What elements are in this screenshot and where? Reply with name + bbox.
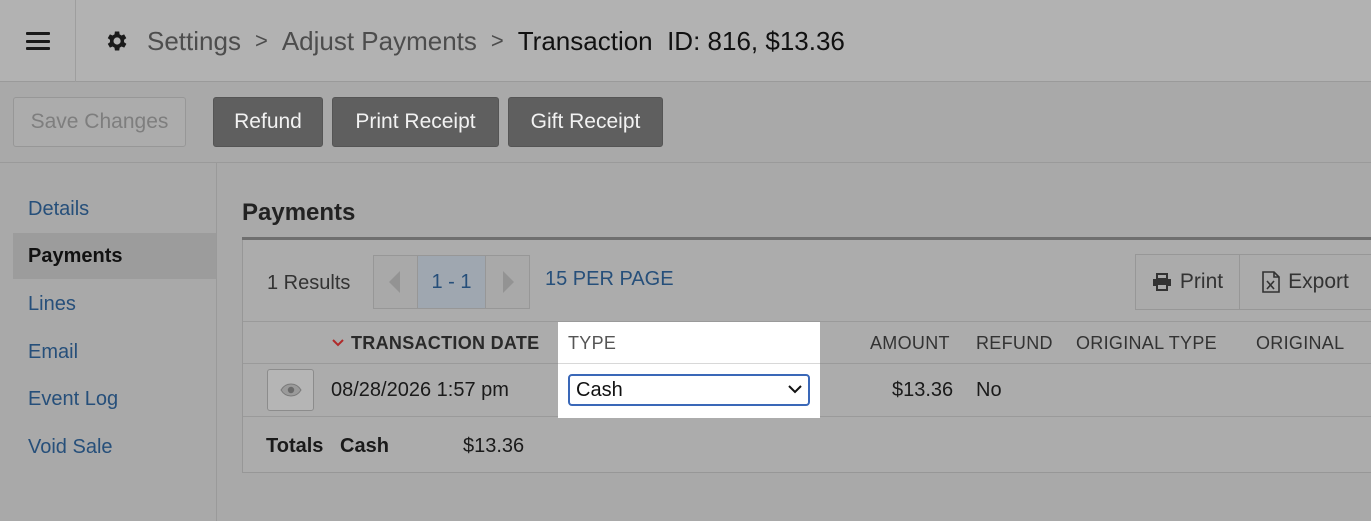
payment-type-value: Cash bbox=[576, 378, 623, 401]
section-title: Payments bbox=[242, 199, 356, 226]
sidebar-item-event-log[interactable]: Event Log bbox=[13, 376, 216, 422]
sort-descending-icon[interactable] bbox=[332, 339, 344, 347]
breadcrumb-settings[interactable]: Settings bbox=[147, 26, 241, 57]
column-refund[interactable]: REFUND bbox=[976, 333, 1053, 354]
chevron-down-icon bbox=[788, 385, 802, 394]
gear-icon bbox=[107, 31, 127, 51]
prev-page-button[interactable] bbox=[374, 256, 417, 308]
chevron-right-icon bbox=[502, 271, 514, 293]
sidebar-item-details[interactable]: Details bbox=[13, 186, 216, 232]
action-toolbar: Save Changes Refund Print Receipt Gift R… bbox=[0, 82, 1371, 163]
divider bbox=[558, 363, 820, 364]
menu-button[interactable] bbox=[0, 0, 76, 82]
save-changes-button[interactable]: Save Changes bbox=[13, 97, 186, 147]
sidebar-item-lines[interactable]: Lines bbox=[13, 281, 216, 327]
page-range[interactable]: 1 - 1 bbox=[416, 256, 487, 308]
breadcrumb-separator: > bbox=[490, 28, 504, 53]
breadcrumb-adjust-payments[interactable]: Adjust Payments bbox=[282, 26, 477, 57]
print-label: Print bbox=[1179, 270, 1224, 293]
column-transaction-date[interactable]: TRANSACTION DATE bbox=[351, 333, 539, 354]
sidebar-item-void-sale[interactable]: Void Sale bbox=[13, 424, 216, 470]
transaction-date: 08/28/2026 1:57 pm bbox=[331, 379, 509, 401]
per-page-selector[interactable]: 15 PER PAGE bbox=[545, 268, 674, 291]
sidebar-item-payments[interactable]: Payments bbox=[13, 233, 216, 279]
table-totals: Totals Cash $13.36 bbox=[243, 417, 1371, 472]
eye-icon bbox=[279, 383, 302, 397]
top-header: Settings > Adjust Payments > Transaction… bbox=[0, 0, 1371, 82]
view-button[interactable] bbox=[267, 369, 314, 411]
export-label: Export bbox=[1288, 270, 1349, 293]
refund-button[interactable]: Refund bbox=[213, 97, 323, 147]
hamburger-icon bbox=[25, 32, 50, 50]
column-original[interactable]: ORIGINAL bbox=[1256, 333, 1344, 354]
totals-amount: $13.36 bbox=[463, 435, 525, 457]
sidebar-item-email[interactable]: Email bbox=[13, 329, 216, 375]
excel-file-icon bbox=[1262, 271, 1280, 293]
print-button[interactable]: Print bbox=[1136, 255, 1240, 309]
payment-type-select[interactable]: Cash bbox=[568, 374, 810, 406]
chevron-left-icon bbox=[389, 271, 401, 293]
refund-value: No bbox=[976, 379, 1002, 401]
results-count: 1 Results bbox=[267, 272, 351, 294]
printer-icon bbox=[1152, 273, 1171, 291]
next-page-button[interactable] bbox=[486, 256, 529, 308]
column-type[interactable]: TYPE bbox=[568, 333, 616, 354]
totals-label: Totals bbox=[266, 435, 324, 457]
amount-value: $13.36 bbox=[892, 379, 954, 401]
export-button[interactable]: Export bbox=[1240, 255, 1371, 309]
breadcrumb-separator: > bbox=[254, 28, 268, 53]
sidebar: Details Payments Lines Email Event Log V… bbox=[0, 163, 217, 521]
breadcrumb: Settings > Adjust Payments > Transaction… bbox=[103, 0, 845, 82]
export-tools: Print Export bbox=[1135, 254, 1371, 310]
print-receipt-button[interactable]: Print Receipt bbox=[332, 97, 499, 147]
pagination: 1 - 1 bbox=[373, 255, 530, 309]
column-amount[interactable]: AMOUNT bbox=[870, 333, 950, 354]
totals-type: Cash bbox=[340, 435, 389, 457]
type-column-highlight: TYPE Cash bbox=[558, 322, 820, 418]
column-original-type[interactable]: ORIGINAL TYPE bbox=[1076, 333, 1217, 354]
gift-receipt-button[interactable]: Gift Receipt bbox=[508, 97, 663, 147]
page-title: Transaction ID: 816, $13.36 bbox=[517, 25, 845, 56]
